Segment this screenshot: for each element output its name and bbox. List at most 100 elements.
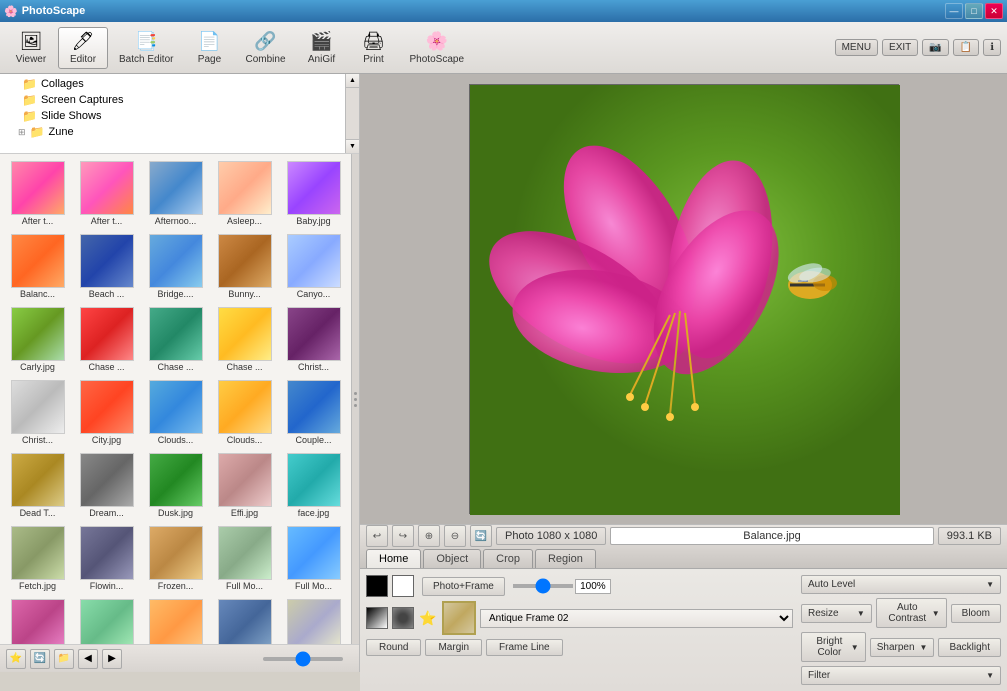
- clipboard-button[interactable]: 📋: [953, 39, 979, 56]
- tab-photoscape[interactable]: 🌸 PhotoScape: [401, 27, 474, 69]
- exit-button[interactable]: EXIT: [882, 39, 918, 56]
- list-item[interactable]: Harves...: [280, 596, 347, 644]
- list-item[interactable]: Christ...: [280, 304, 347, 375]
- margin-button[interactable]: Margin: [425, 639, 482, 656]
- auto-contrast-button[interactable]: Auto Contrast ▼: [876, 598, 947, 628]
- tree-item-zune[interactable]: ⊞ 📁 Zune: [2, 124, 357, 140]
- list-item[interactable]: Chase ...: [211, 304, 278, 375]
- camera-button[interactable]: 📷: [922, 39, 948, 56]
- frame-select[interactable]: Antique Frame 02: [480, 609, 793, 628]
- list-item[interactable]: Chase ...: [142, 304, 209, 375]
- maximize-button[interactable]: □: [965, 3, 983, 19]
- list-item[interactable]: face.jpg: [280, 450, 347, 521]
- tab-region[interactable]: Region: [535, 549, 596, 568]
- tab-page[interactable]: 📄 Page: [184, 27, 234, 69]
- back-button[interactable]: ◀: [78, 649, 98, 669]
- thumb-scroll[interactable]: After t... After t... Afternoo... Asleep…: [0, 154, 351, 644]
- sharpen-button[interactable]: Sharpen ▼: [870, 638, 935, 657]
- star-button[interactable]: ⭐: [6, 649, 26, 669]
- tab-object[interactable]: Object: [423, 549, 481, 568]
- list-item[interactable]: Flowin...: [73, 523, 140, 594]
- list-item[interactable]: Carly.jpg: [4, 304, 71, 375]
- resize-button[interactable]: Resize ▼: [801, 604, 872, 623]
- auto-level-button[interactable]: Auto Level ▼: [801, 575, 1001, 594]
- tab-print[interactable]: 🖨 Print: [349, 27, 399, 69]
- main-content: 📁 Collages 📁 Screen Captures 📁 Slide Sho…: [0, 74, 1007, 672]
- eraser-swatch[interactable]: [392, 607, 414, 629]
- list-item[interactable]: Dusk.jpg: [142, 450, 209, 521]
- tab-anigif[interactable]: 🎬 AniGif: [297, 27, 347, 69]
- tree-scrollbar[interactable]: ▲ ▼: [345, 74, 359, 153]
- list-item[interactable]: Baby.jpg: [280, 158, 347, 229]
- info-button[interactable]: ℹ: [983, 39, 1001, 56]
- tree-item-collages[interactable]: 📁 Collages: [2, 76, 357, 92]
- tab-home[interactable]: Home: [366, 549, 421, 568]
- bloom-button[interactable]: Bloom: [951, 604, 1001, 623]
- bright-color-label: Bright Color: [808, 636, 851, 658]
- folder-button[interactable]: 📁: [54, 649, 74, 669]
- tab-viewer[interactable]: 🖼 Viewer: [6, 27, 56, 69]
- scroll-down[interactable]: ▼: [346, 139, 359, 153]
- scroll-up[interactable]: ▲: [346, 74, 359, 88]
- list-item[interactable]: After t...: [4, 158, 71, 229]
- list-item[interactable]: City.jpg: [73, 377, 140, 448]
- refresh-button[interactable]: 🔄: [30, 649, 50, 669]
- list-item[interactable]: Clouds...: [142, 377, 209, 448]
- minimize-button[interactable]: —: [945, 3, 963, 19]
- list-item[interactable]: Effi.jpg: [211, 450, 278, 521]
- list-item[interactable]: Happy ...: [73, 596, 140, 644]
- list-item[interactable]: Bunny...: [211, 231, 278, 302]
- tree-item-screen-captures[interactable]: 📁 Screen Captures: [2, 92, 357, 108]
- list-item[interactable]: Clouds...: [211, 377, 278, 448]
- close-button[interactable]: ✕: [985, 3, 1003, 19]
- list-item[interactable]: Christ...: [4, 377, 71, 448]
- list-item[interactable]: Gizmo...: [4, 596, 71, 644]
- undo-button[interactable]: ↩: [366, 525, 388, 547]
- list-item[interactable]: Balanc...: [4, 231, 71, 302]
- list-item[interactable]: Happy ...: [142, 596, 209, 644]
- list-item[interactable]: Full Mo...: [280, 523, 347, 594]
- zoom-slider[interactable]: [263, 657, 343, 661]
- panel-resize-handle[interactable]: [351, 154, 359, 644]
- list-item[interactable]: Fetch.jpg: [4, 523, 71, 594]
- list-item[interactable]: Bridge....: [142, 231, 209, 302]
- list-item[interactable]: Asleep...: [211, 158, 278, 229]
- bright-color-button[interactable]: Bright Color ▼: [801, 632, 866, 662]
- photo-size-slider[interactable]: [513, 584, 573, 588]
- photo-frame-button[interactable]: Photo+Frame: [422, 577, 505, 596]
- list-item[interactable]: Dream...: [73, 450, 140, 521]
- tab-editor[interactable]: 🖊 Editor: [58, 27, 108, 69]
- tab-crop[interactable]: Crop: [483, 549, 533, 568]
- zoom-out-button[interactable]: ⊖: [444, 525, 466, 547]
- menu-button[interactable]: MENU: [835, 39, 878, 56]
- background-color-swatch[interactable]: [392, 575, 414, 597]
- filter-button[interactable]: Filter ▼: [801, 666, 1001, 685]
- tree-item-slide-shows[interactable]: 📁 Slide Shows: [2, 108, 357, 124]
- auto-contrast-arrow: ▼: [932, 609, 940, 618]
- fit-button[interactable]: 🔄: [470, 525, 492, 547]
- bright-color-arrow: ▼: [851, 643, 859, 652]
- list-item[interactable]: After t...: [73, 158, 140, 229]
- page-icon: 📄: [198, 31, 220, 52]
- favorite-button[interactable]: ⭐: [418, 608, 438, 628]
- list-item[interactable]: Afternoo...: [142, 158, 209, 229]
- list-item[interactable]: Beach ...: [73, 231, 140, 302]
- foreground-color-swatch[interactable]: [366, 575, 388, 597]
- list-item[interactable]: Chase ...: [73, 304, 140, 375]
- list-item[interactable]: Canyo...: [280, 231, 347, 302]
- round-button[interactable]: Round: [366, 639, 421, 656]
- list-item[interactable]: Dead T...: [4, 450, 71, 521]
- list-item[interactable]: Full Mo...: [211, 523, 278, 594]
- tab-batch-editor[interactable]: 📑 Batch Editor: [110, 27, 182, 69]
- list-item[interactable]: Frozen...: [142, 523, 209, 594]
- tab-combine[interactable]: 🔗 Combine: [236, 27, 294, 69]
- forward-button[interactable]: ▶: [102, 649, 122, 669]
- frame-line-button[interactable]: Frame Line: [486, 639, 563, 656]
- list-item[interactable]: Couple...: [280, 377, 347, 448]
- gradient-swatch[interactable]: [366, 607, 388, 629]
- redo-button[interactable]: ↪: [392, 525, 414, 547]
- list-item[interactable]: Happy...: [211, 596, 278, 644]
- zoom-in-button[interactable]: ⊕: [418, 525, 440, 547]
- image-area[interactable]: [360, 74, 1007, 524]
- backlight-button[interactable]: Backlight: [938, 638, 1001, 657]
